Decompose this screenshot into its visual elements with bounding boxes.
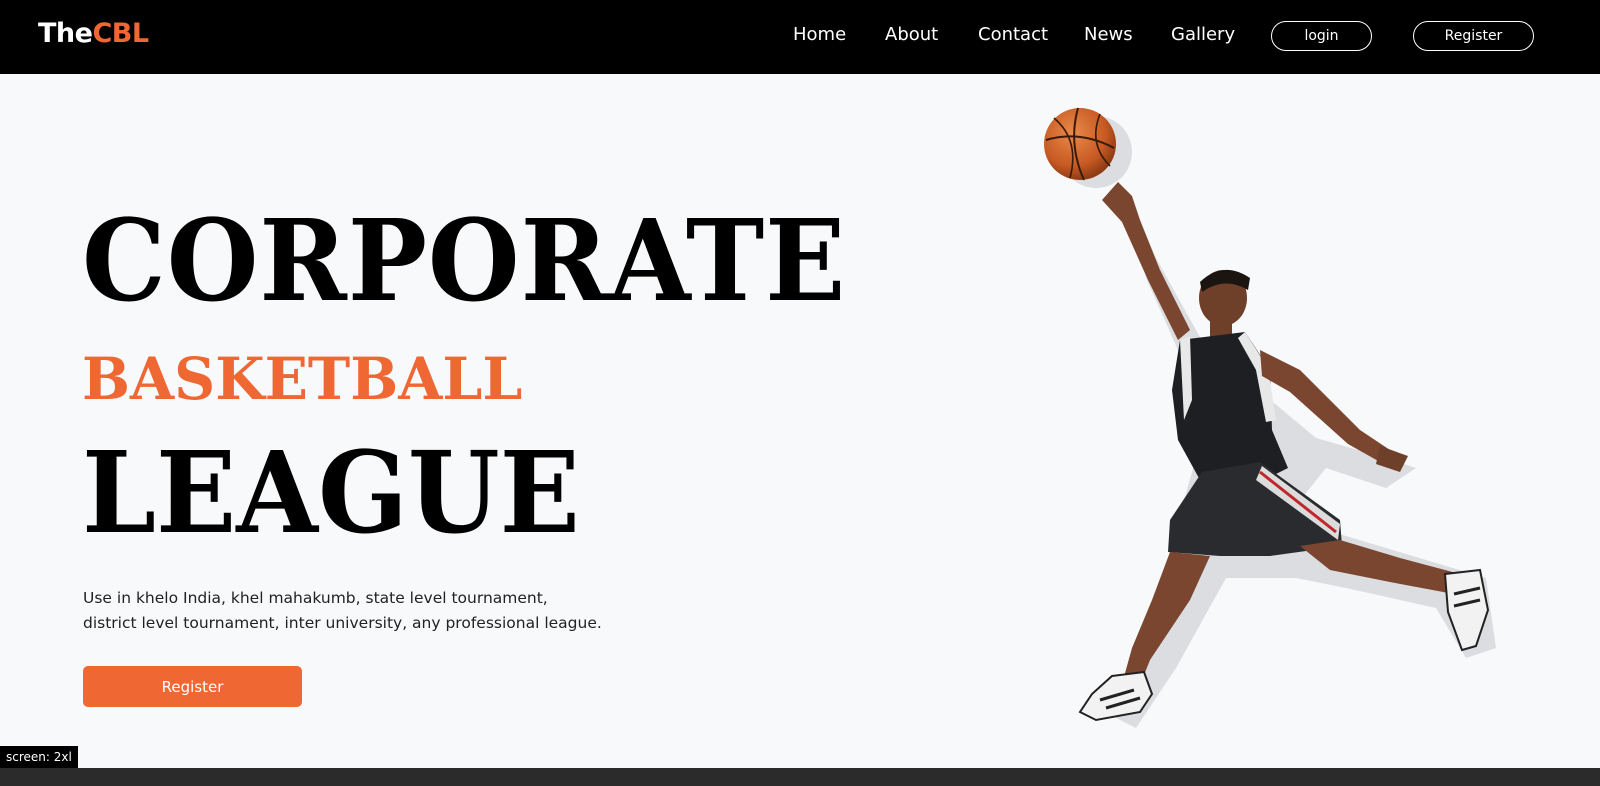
- nav-link-gallery[interactable]: Gallery: [1171, 24, 1235, 45]
- register-nav-button[interactable]: Register: [1413, 21, 1534, 51]
- login-button[interactable]: login: [1271, 21, 1372, 51]
- hero-description: Use in khelo India, khel mahakumb, state…: [83, 589, 602, 632]
- screen-size-badge: screen: 2xl: [0, 746, 78, 768]
- navbar: TheCBL Home About Contact News Gallery l…: [0, 0, 1600, 74]
- hero-title-corporate: CORPORATE: [82, 196, 847, 327]
- nav-link-news[interactable]: News: [1084, 24, 1133, 45]
- bottom-edge-bar: [0, 768, 1600, 786]
- logo-accent: CBL: [92, 18, 149, 49]
- nav-link-about[interactable]: About: [885, 24, 938, 45]
- hero-title-league: LEAGUE: [82, 428, 580, 559]
- logo-prefix: The: [38, 18, 93, 49]
- hero-register-button[interactable]: Register: [83, 666, 302, 707]
- nav-link-contact[interactable]: Contact: [978, 24, 1048, 45]
- hero-title-basketball: BASKETBALL: [82, 345, 523, 413]
- site-logo[interactable]: TheCBL: [38, 18, 149, 49]
- basketball-player-image: [1044, 107, 1496, 728]
- nav-link-home[interactable]: Home: [793, 24, 846, 45]
- basketball-icon: [1044, 107, 1116, 181]
- page: TheCBL Home About Contact News Gallery l…: [0, 0, 1600, 786]
